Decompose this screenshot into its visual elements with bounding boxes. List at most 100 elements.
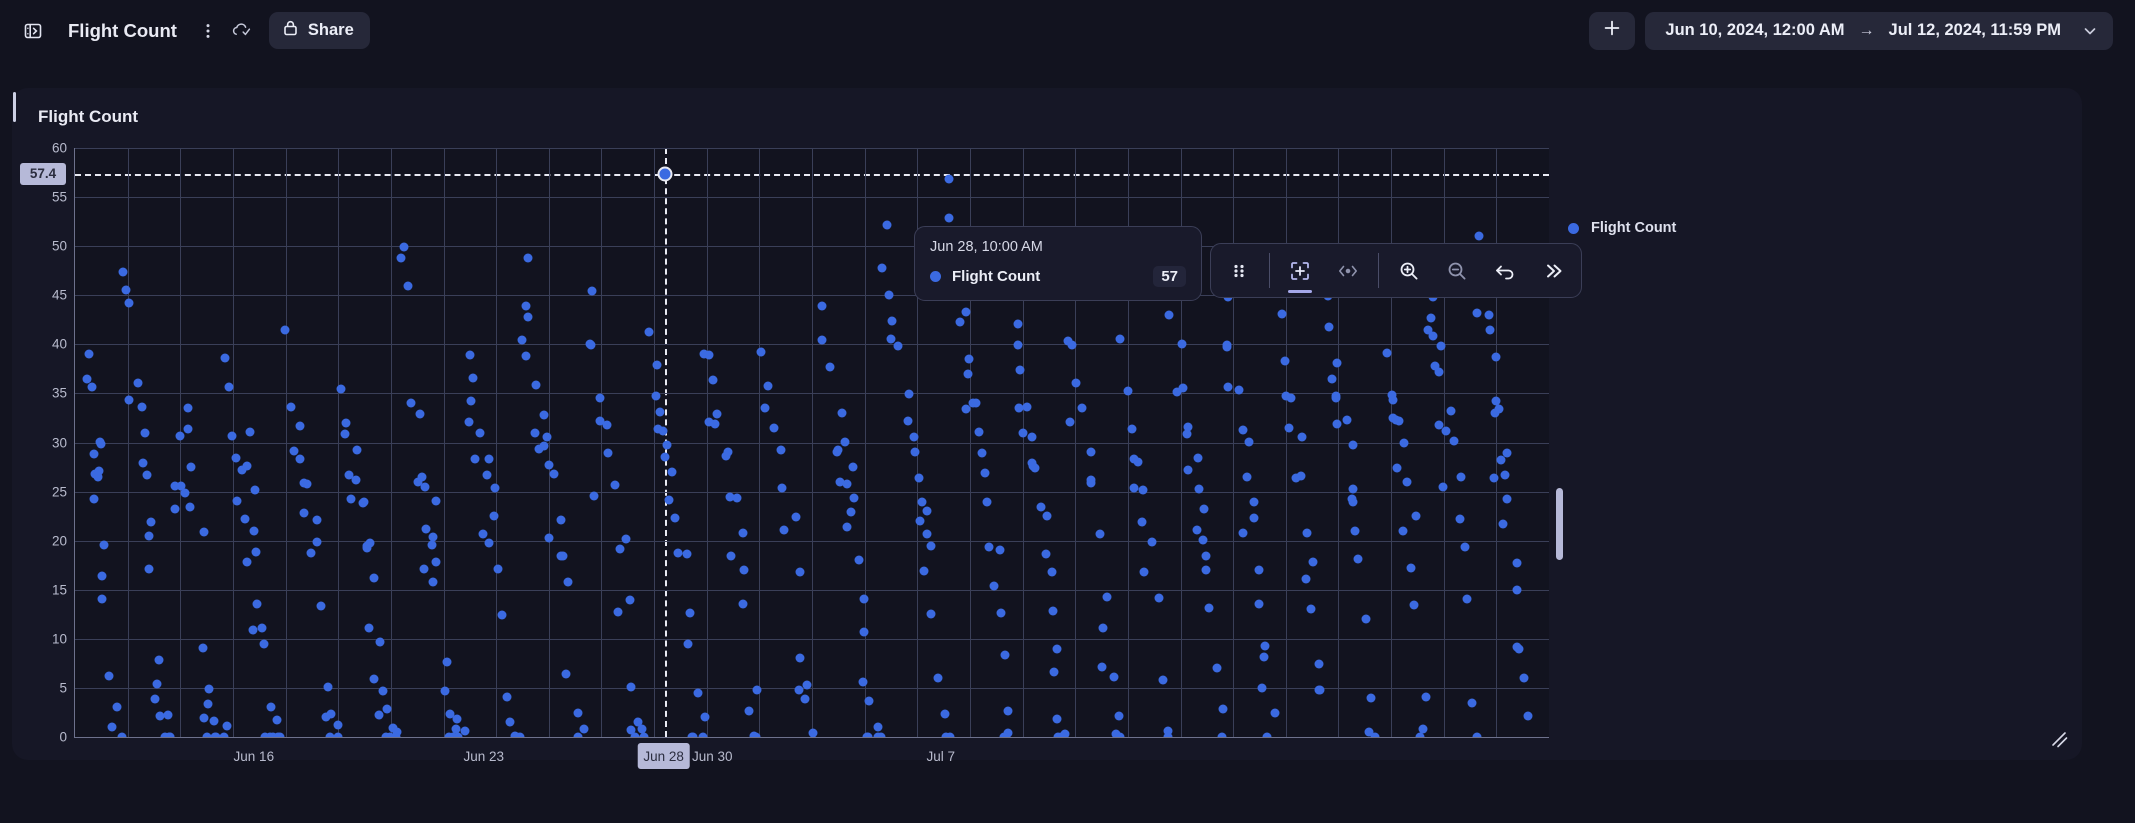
scatter-point[interactable] xyxy=(1223,382,1233,392)
scatter-point[interactable] xyxy=(1342,415,1352,425)
scatter-point[interactable] xyxy=(760,403,770,413)
scatter-point[interactable] xyxy=(1409,600,1419,610)
scatter-point[interactable] xyxy=(919,566,929,576)
scatter-point[interactable] xyxy=(1302,528,1312,538)
scatter-point[interactable] xyxy=(1259,652,1269,662)
scatter-point[interactable] xyxy=(275,732,285,737)
scatter-point[interactable] xyxy=(175,431,185,441)
scatter-point[interactable] xyxy=(144,564,153,574)
scatter-point[interactable] xyxy=(795,567,805,577)
scatter-point[interactable] xyxy=(1519,673,1528,683)
scatter-point[interactable] xyxy=(630,732,640,737)
share-button[interactable]: Share xyxy=(268,12,370,49)
scatter-point[interactable] xyxy=(325,732,335,737)
scatter-point[interactable] xyxy=(427,540,437,550)
scatter-point[interactable] xyxy=(1398,526,1408,536)
scatter-point[interactable] xyxy=(442,657,452,667)
resize-handle-icon[interactable] xyxy=(2048,728,2070,750)
scatter-point[interactable] xyxy=(556,551,566,561)
scatter-point[interactable] xyxy=(854,555,864,565)
scatter-point[interactable] xyxy=(579,724,589,734)
date-range-picker[interactable]: Jun 10, 2024, 12:00 AM → Jul 12, 2024, 1… xyxy=(1645,11,2113,50)
scatter-point[interactable] xyxy=(1260,641,1270,651)
scatter-point[interactable] xyxy=(825,362,835,372)
scatter-point[interactable] xyxy=(1512,642,1522,652)
scatter-point[interactable] xyxy=(944,213,954,223)
scatter-point[interactable] xyxy=(726,551,736,561)
scatter-point[interactable] xyxy=(144,531,154,541)
scatter-point[interactable] xyxy=(1402,477,1412,487)
scatter-point[interactable] xyxy=(465,350,475,360)
scatter-point[interactable] xyxy=(502,692,512,702)
scatter-point[interactable] xyxy=(220,353,230,363)
scatter-point[interactable] xyxy=(1491,352,1501,362)
scatter-point[interactable] xyxy=(1332,358,1342,368)
scatter-point[interactable] xyxy=(917,497,927,507)
scatter-point[interactable] xyxy=(1467,698,1477,708)
scatter-point[interactable] xyxy=(971,398,981,408)
scatter-point[interactable] xyxy=(1301,574,1311,584)
scatter-point[interactable] xyxy=(664,495,674,505)
scatter-point[interactable] xyxy=(1115,732,1125,737)
scatter-point[interactable] xyxy=(204,684,214,693)
scatter-point[interactable] xyxy=(961,307,971,317)
scatter-point[interactable] xyxy=(652,360,662,370)
scatter-point[interactable] xyxy=(242,557,252,567)
scatter-point[interactable] xyxy=(732,493,742,503)
scatter-point[interactable] xyxy=(777,483,787,493)
scatter-point[interactable] xyxy=(573,732,582,737)
scatter-point[interactable] xyxy=(1348,497,1358,507)
scatter-point[interactable] xyxy=(523,312,533,322)
scatter-point[interactable] xyxy=(117,732,127,737)
scatter-point[interactable] xyxy=(1086,478,1096,488)
scatter-point[interactable] xyxy=(484,538,494,548)
scatter-point[interactable] xyxy=(1163,732,1173,737)
scatter-point[interactable] xyxy=(585,339,595,349)
scatter-point[interactable] xyxy=(794,685,804,695)
scatter-point[interactable] xyxy=(133,378,143,388)
scatter-point[interactable] xyxy=(700,712,710,722)
scatter-point[interactable] xyxy=(945,732,955,737)
scatter-point[interactable] xyxy=(1324,322,1334,332)
scatter-point[interactable] xyxy=(776,445,786,455)
scatter-point[interactable] xyxy=(365,538,375,548)
scatter-point[interactable] xyxy=(295,454,305,464)
scatter-point[interactable] xyxy=(403,281,413,291)
scatter-point[interactable] xyxy=(1097,662,1107,672)
scatter-point[interactable] xyxy=(289,446,299,456)
scatter-point[interactable] xyxy=(203,699,213,709)
scatter-point[interactable] xyxy=(340,429,350,439)
scatter-point[interactable] xyxy=(738,599,748,609)
scatter-point[interactable] xyxy=(595,393,605,403)
scatter-point[interactable] xyxy=(521,301,531,311)
scatter-point[interactable] xyxy=(846,507,856,517)
scatter-point[interactable] xyxy=(984,542,994,552)
scatter-point[interactable] xyxy=(107,722,117,732)
scatter-point[interactable] xyxy=(644,327,654,337)
scatter-point[interactable] xyxy=(152,679,162,689)
scatter-point[interactable] xyxy=(1350,526,1360,536)
scatter-point[interactable] xyxy=(670,513,680,523)
scatter-point[interactable] xyxy=(995,545,1005,555)
scatter-point[interactable] xyxy=(1254,599,1264,609)
scatter-point[interactable] xyxy=(842,479,852,489)
scatter-point[interactable] xyxy=(359,497,369,507)
scatter-point[interactable] xyxy=(685,608,695,618)
drag-handle-icon[interactable] xyxy=(1215,244,1263,297)
scatter-point[interactable] xyxy=(470,454,480,464)
scatter-point[interactable] xyxy=(1361,614,1371,624)
scatter-point[interactable] xyxy=(1472,308,1482,318)
scatter-point[interactable] xyxy=(1052,644,1062,654)
scatter-point[interactable] xyxy=(752,685,762,695)
scatter-point[interactable] xyxy=(415,409,425,419)
scatter-point[interactable] xyxy=(859,627,869,637)
scatter-point[interactable] xyxy=(1192,525,1202,535)
scatter-point[interactable] xyxy=(832,447,842,457)
collapse-right-icon[interactable] xyxy=(1529,244,1577,297)
scatter-point[interactable] xyxy=(1249,497,1259,507)
scatter-point[interactable] xyxy=(1204,603,1214,613)
scatter-point[interactable] xyxy=(146,517,156,527)
scatter-point[interactable] xyxy=(1013,340,1023,350)
scatter-point[interactable] xyxy=(626,682,636,692)
scatter-point[interactable] xyxy=(1071,378,1081,388)
